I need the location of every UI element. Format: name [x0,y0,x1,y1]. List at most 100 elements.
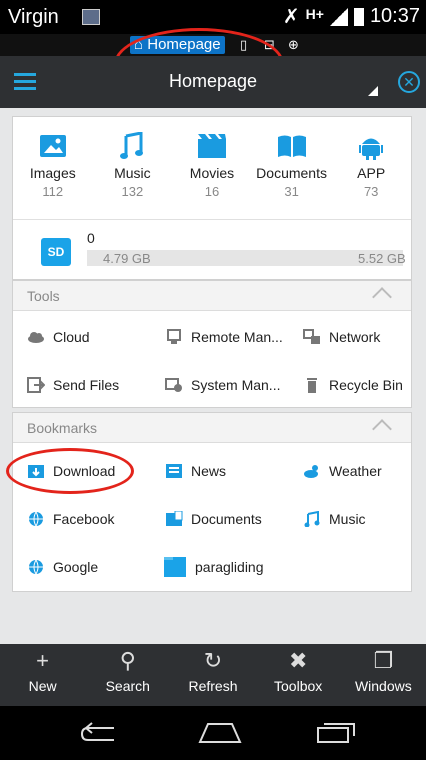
globe-icon [29,559,43,575]
refresh-button[interactable]: ↻ Refresh [170,644,255,706]
bookmark-label: Weather [329,463,382,479]
android-icon [359,138,384,160]
tool-cloud[interactable]: Cloud [27,325,90,349]
category-app[interactable]: APP 73 [331,129,411,199]
page-title: Homepage [168,71,258,91]
music-folder-icon [304,511,320,527]
red-annotation-download [6,448,134,494]
storage-total: 5.52 GB [358,251,406,266]
bottom-toolbar: + New ⚲ Search ↻ Refresh ✖ Toolbox ❐ Win… [0,644,426,706]
storage-name: 0 [87,230,95,246]
category-images[interactable]: Images 112 [13,129,93,199]
storage-used: 4.79 GB [103,251,151,266]
category-count: 112 [42,184,64,199]
tool-label: System Man... [191,377,281,393]
collapse-icon[interactable] [372,287,392,307]
new-button[interactable]: + New [0,644,85,706]
tool-label: Cloud [53,329,90,345]
weather-icon [304,465,318,478]
bookmark-label: Facebook [53,511,115,527]
toolbar-label: New [28,678,57,694]
category-music[interactable]: Music 132 [93,129,173,199]
globe-icon [29,511,43,527]
carrier-name: Virgin [8,6,59,28]
tools-header[interactable]: Tools [13,281,411,311]
category-count: 73 [363,184,379,199]
category-label: Images [29,165,76,181]
web-tab-icon[interactable]: ⊕ [288,38,299,52]
bookmark-label: News [191,463,227,479]
bookmark-label: Music [329,511,366,527]
sd-storage-row[interactable]: SD 0 4.79 GB 5.52 GB [13,219,411,277]
toolbar-label: Refresh [188,678,238,694]
category-label: Music [114,165,151,181]
toolbar-label: Toolbox [274,678,323,694]
tool-remote-manager[interactable]: Remote Man... [165,325,283,349]
tools-section: Tools Cloud Remote Man... Network Send F… [12,280,412,408]
bookmark-paragliding[interactable]: paragliding [163,555,264,579]
sd-card-icon: SD [41,238,71,266]
network-icon [303,329,320,344]
category-count: 16 [204,184,220,199]
recent-apps-icon[interactable] [316,720,356,744]
category-movies[interactable]: Movies 16 [172,129,252,199]
clock: 10:37 [369,5,420,27]
system-manager-icon [165,378,182,392]
home-nav-icon[interactable] [198,722,242,744]
category-count: 31 [284,184,299,199]
refresh-icon: ↻ [203,648,223,673]
collapse-icon[interactable] [372,419,392,439]
toolbar-label: Windows [354,678,412,694]
tool-system-manager[interactable]: System Man... [165,373,280,397]
image-icon [39,135,66,157]
tool-send-files[interactable]: Send Files [27,373,119,397]
bookmark-news[interactable]: News [165,459,226,483]
bookmark-documents[interactable]: Documents [165,507,262,531]
close-icon[interactable]: ✕ [398,71,420,93]
documents-folder-icon [166,511,183,526]
toolbox-icon: ✖ [288,648,308,673]
bookmark-music[interactable]: Music [303,507,366,531]
book-icon [277,135,306,157]
bookmark-google[interactable]: Google [27,555,98,579]
plus-icon: + [36,648,50,673]
windows-icon: ❐ [373,648,394,673]
windows-button[interactable]: ❐ Windows [341,644,426,706]
bookmark-label: Documents [191,511,262,527]
category-count: 132 [121,184,144,199]
bookmark-label: paragliding [195,559,264,575]
search-button[interactable]: ⚲ Search [85,644,170,706]
tool-network[interactable]: Network [303,325,380,349]
section-title: Tools [27,288,60,304]
category-label: APP [357,165,386,181]
status-indicators: ✗ H+ 10:37 [283,4,420,29]
category-label: Movies [189,165,235,181]
news-icon [166,464,182,478]
bookmarks-header[interactable]: Bookmarks [13,413,411,443]
category-documents[interactable]: Documents 31 [252,129,332,199]
system-nav-bar [0,706,426,760]
send-files-icon [27,377,45,393]
tool-label: Recycle Bin [329,377,403,393]
folder-icon [164,557,186,577]
tool-label: Send Files [53,377,120,393]
tool-label: Remote Man... [191,329,283,345]
dropdown-corner-icon[interactable] [368,86,378,96]
action-bar: Homepage ✕ [0,56,426,108]
section-title: Bookmarks [27,420,98,436]
mute-icon: ✗ [282,6,300,28]
toolbox-button[interactable]: ✖ Toolbox [256,644,341,706]
toolbar-label: Search [105,678,150,694]
categories-card: Images 112 Music 132 Movies 16 Documents… [12,116,412,280]
bookmark-label: Google [53,559,99,575]
bookmark-weather[interactable]: Weather [303,459,382,483]
tool-recycle-bin[interactable]: Recycle Bin [303,373,403,397]
remote-icon [167,329,181,344]
battery-icon [353,7,364,26]
movie-icon [197,134,226,158]
bookmark-facebook[interactable]: Facebook [27,507,114,531]
music-icon [120,132,144,159]
cloud-icon [28,332,44,343]
search-icon: ⚲ [119,648,136,673]
back-icon[interactable] [80,720,120,742]
